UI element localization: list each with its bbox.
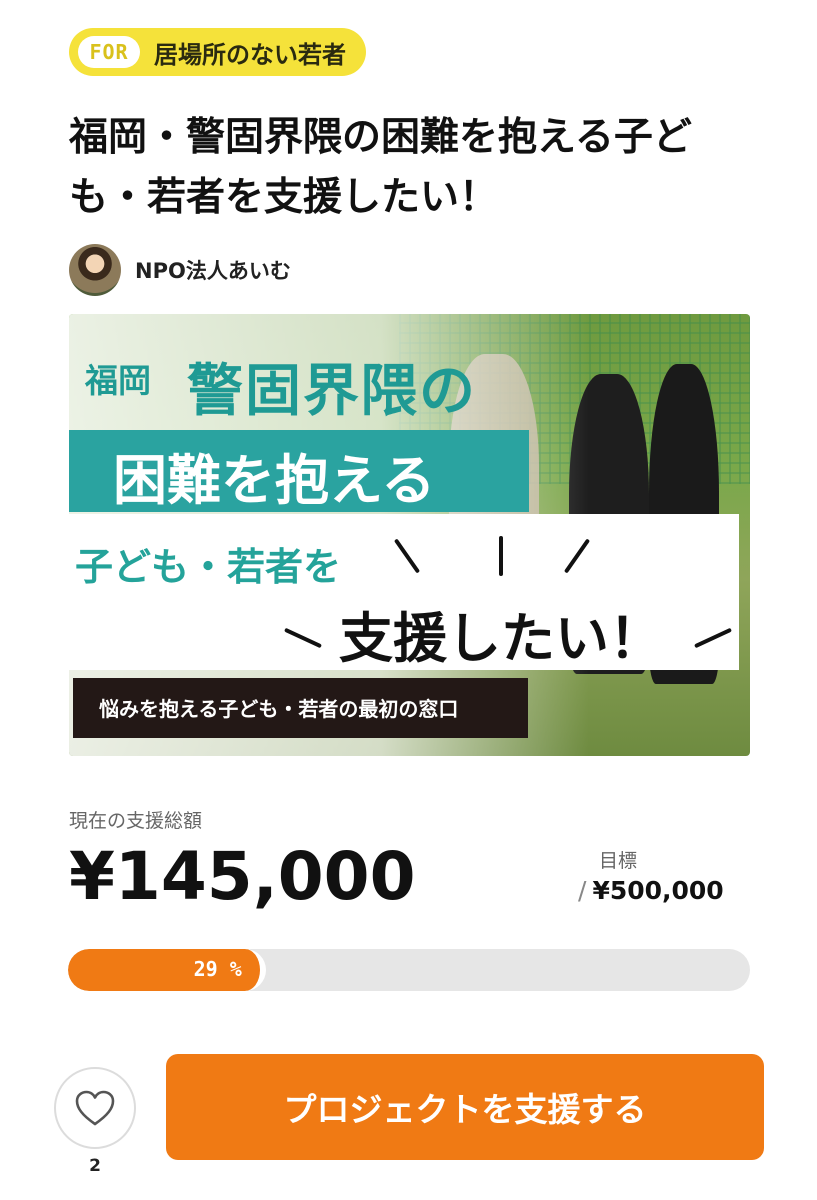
hero-caption-band: 悩みを抱える子ども・若者の最初の窓口 — [73, 678, 528, 738]
goal-label: 目標 — [599, 850, 638, 872]
goal-amount-row: / ¥500,000 — [578, 876, 724, 905]
goal-separator: / — [578, 876, 587, 905]
hero-prefecture: 福岡 — [85, 361, 151, 400]
category-label: 居場所のない若者 — [154, 40, 346, 69]
goal-amount: ¥500,000 — [592, 876, 724, 905]
project-hero-image: 福岡 警固界隈の 困難を抱える 子ども・若者を 支援したい！ 悩みを抱える子ども… — [69, 314, 750, 756]
hero-teal-band: 困難を抱える — [69, 430, 529, 512]
category-tag[interactable]: FOR 居場所のない若者 — [69, 28, 366, 76]
hero-subline: 子ども・若者を — [75, 545, 342, 589]
hero-white-band: 子ども・若者を 支援したい！ — [69, 514, 739, 670]
total-label: 現在の支援総額 — [69, 810, 203, 832]
project-title: 福岡・警固界隈の困難を抱える子ども・若者を支援したい！ — [69, 115, 692, 220]
hero-band-text: 困難を抱える — [113, 449, 436, 512]
category-prefix: FOR — [78, 36, 140, 68]
progress-percent: 29 % — [193, 957, 242, 981]
support-project-button[interactable]: プロジェクトを支援する — [166, 1054, 764, 1160]
emphasis-line — [499, 536, 503, 576]
emphasis-line — [563, 538, 591, 574]
hero-caption: 悩みを抱える子ども・若者の最初の窓口 — [99, 697, 459, 721]
project-owner[interactable]: NPO法人あいむ — [69, 244, 291, 296]
owner-avatar[interactable] — [69, 244, 121, 296]
progress-fill: 29 % — [68, 949, 266, 991]
progress-bar: 29 % — [68, 949, 750, 991]
total-amount: ¥145,000 — [69, 838, 416, 915]
emphasis-line — [284, 627, 322, 649]
owner-name[interactable]: NPO法人あいむ — [135, 255, 291, 285]
hero-bigline: 支援したい！ — [339, 607, 663, 670]
favorite-count: 2 — [89, 1156, 101, 1176]
emphasis-line — [393, 538, 421, 574]
emphasis-line — [694, 627, 732, 649]
hero-headline: 警固界隈の — [187, 358, 477, 424]
favorite-button[interactable] — [54, 1067, 136, 1149]
heart-icon — [75, 1090, 115, 1126]
